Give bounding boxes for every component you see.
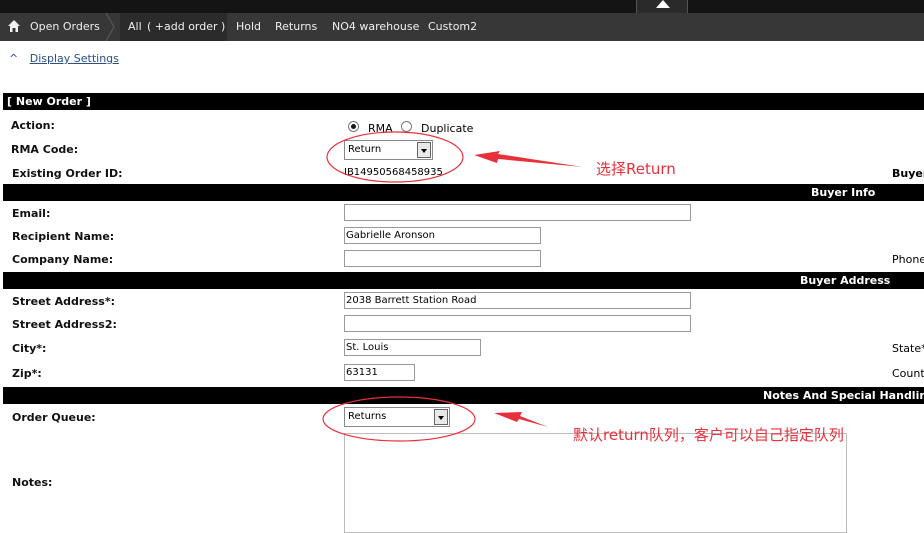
dropdown-arrow-icon xyxy=(434,409,448,425)
queue-arrow xyxy=(494,412,548,427)
display-settings: ^ Display Settings xyxy=(9,52,119,65)
display-settings-link[interactable]: Display Settings xyxy=(30,52,119,65)
top-bar xyxy=(0,0,924,13)
queue-label: Order Queue: xyxy=(12,411,96,424)
email-field[interactable] xyxy=(344,204,691,221)
country-label: Count xyxy=(892,367,924,380)
recipient-field[interactable]: Gabrielle Aronson xyxy=(344,227,541,244)
nav-item-no4-warehouse[interactable]: NO4 warehouse xyxy=(332,20,419,33)
top-tab[interactable] xyxy=(636,0,688,13)
street2-field[interactable] xyxy=(344,315,691,332)
action-label: Action: xyxy=(11,119,55,132)
notes-title: Notes And Special Handling xyxy=(763,389,924,402)
state-label: State* xyxy=(892,342,924,355)
queue-value: Returns xyxy=(348,411,387,422)
street-field[interactable]: 2038 Barrett Station Road xyxy=(344,292,691,309)
rma-arrow xyxy=(474,151,583,167)
existing-order-label: Existing Order ID: xyxy=(12,167,123,180)
buyer-info-title: Buyer Info xyxy=(811,186,876,199)
notes-label: Notes: xyxy=(12,476,53,489)
nav-item-hold[interactable]: Hold xyxy=(236,20,261,33)
nav-item-all[interactable]: All xyxy=(128,20,142,33)
home-icon[interactable] xyxy=(8,20,20,32)
nav-item-open-orders[interactable]: Open Orders xyxy=(30,20,100,33)
queue-select[interactable]: Returns xyxy=(344,407,450,427)
buyer-address-title: Buyer Address xyxy=(800,274,891,287)
duplicate-radio[interactable] xyxy=(401,121,412,132)
collapse-caret[interactable]: ^ xyxy=(9,52,18,65)
street2-label: Street Address2: xyxy=(12,318,117,331)
breadcrumb-separator xyxy=(105,13,115,41)
rma-code-select[interactable]: Return xyxy=(344,140,433,160)
buyer-label: Buyer xyxy=(892,167,924,180)
buyer-address-header: Buyer Address xyxy=(3,272,924,289)
company-field[interactable] xyxy=(344,250,541,267)
nav-item-add-order[interactable]: ( +add order ) xyxy=(147,20,225,33)
notes-header: Notes And Special Handling xyxy=(3,387,924,404)
queue-annotation: 默认return队列，客户可以自己指定队列 xyxy=(573,426,844,444)
dropdown-arrow-icon xyxy=(417,142,431,158)
recipient-label: Recipient Name: xyxy=(12,230,115,243)
rma-annotation: 选择Return xyxy=(596,160,676,178)
buyer-info-header: Buyer Info xyxy=(3,184,924,201)
city-label: City*: xyxy=(12,342,47,355)
zip-field[interactable]: 63131 xyxy=(344,364,415,381)
notes-textarea[interactable] xyxy=(344,433,847,533)
rma-code-value: Return xyxy=(348,144,382,155)
eject-icon xyxy=(656,0,670,8)
zip-label: Zip*: xyxy=(12,367,42,380)
nav-bar: Open Orders All ( +add order ) Hold Retu… xyxy=(0,13,924,41)
nav-item-custom2[interactable]: Custom2 xyxy=(428,20,477,33)
street-label: Street Address*: xyxy=(12,295,116,308)
rma-code-label: RMA Code: xyxy=(11,143,79,156)
existing-order-value: IB14950568458935 xyxy=(344,167,443,178)
company-label: Company Name: xyxy=(12,253,114,266)
rma-radio[interactable] xyxy=(348,121,359,132)
new-order-header: [ New Order ] xyxy=(3,93,924,110)
new-order-title: [ New Order ] xyxy=(7,95,91,108)
city-field[interactable]: St. Louis xyxy=(344,339,481,356)
duplicate-radio-label: Duplicate xyxy=(421,122,474,135)
rma-radio-label: RMA xyxy=(368,122,393,135)
phone-label: Phone xyxy=(892,253,924,266)
email-label: Email: xyxy=(12,207,51,220)
nav-item-returns[interactable]: Returns xyxy=(275,20,317,33)
